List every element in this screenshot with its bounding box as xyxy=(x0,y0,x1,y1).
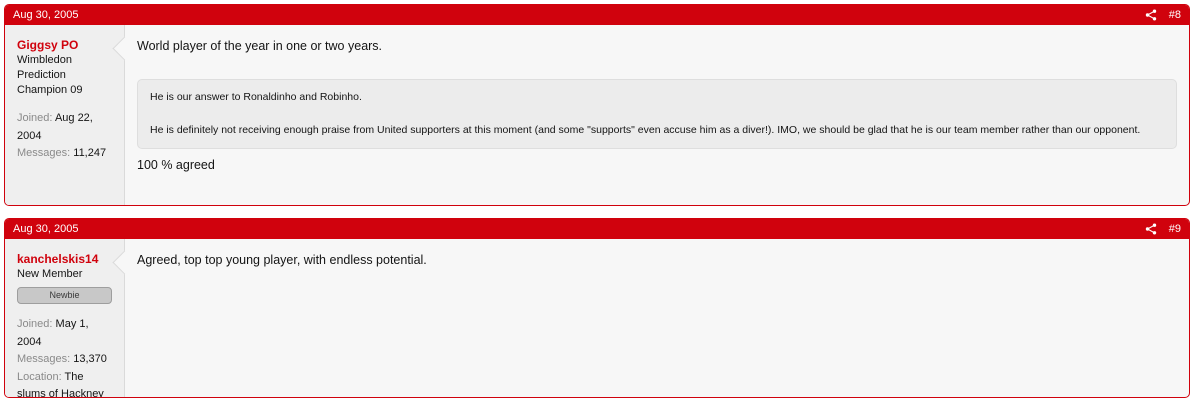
message-text: Agreed, top top young player, with endle… xyxy=(137,253,427,267)
post: Aug 30, 2005 #9 kanchelskis14 New Member… xyxy=(4,218,1190,398)
username-link[interactable]: Giggsy PO xyxy=(17,38,113,53)
user-title-line: Wimbledon xyxy=(17,54,73,66)
post-date[interactable]: Aug 30, 2005 xyxy=(13,219,1145,239)
post-header: Aug 30, 2005 #8 xyxy=(5,5,1189,25)
messages-row: Messages: 13,370 xyxy=(17,351,113,369)
location-label: Location: xyxy=(17,370,62,383)
messages-value: 13,370 xyxy=(73,353,107,365)
joined-label: Joined: xyxy=(17,318,53,330)
joined-label: Joined: xyxy=(17,112,53,124)
username-link[interactable]: kanchelskis14 xyxy=(17,252,113,267)
user-title-line: Champion 09 xyxy=(17,84,83,96)
message-content: Agreed, top top young player, with endle… xyxy=(125,239,1189,397)
quote-paragraph: He is our answer to Ronaldinho and Robin… xyxy=(150,91,362,103)
share-icon[interactable] xyxy=(1145,223,1157,235)
user-banner: Newbie xyxy=(17,287,112,304)
messages-label: Messages: xyxy=(17,147,71,159)
messages-value: 11,247 xyxy=(73,147,107,159)
user-extras: Joined: Aug 22, 2004 Messages: 11,247 xyxy=(17,110,113,163)
joined-row: Joined: Aug 22, 2004 xyxy=(17,110,113,145)
user-cell: kanchelskis14 New Member Newbie Joined: … xyxy=(5,239,125,397)
location-row: Location: The slums of Hackney xyxy=(17,369,113,398)
post-date[interactable]: Aug 30, 2005 xyxy=(13,5,1145,25)
post: Aug 30, 2005 #8 Giggsy PO Wimbledon Pred… xyxy=(4,4,1190,206)
messages-row: Messages: 11,247 xyxy=(17,145,113,163)
quote-paragraph: He is definitely not receiving enough pr… xyxy=(150,124,1141,136)
message-text: World player of the year in one or two y… xyxy=(137,39,383,53)
user-title-line: Prediction xyxy=(17,69,66,81)
user-title: New Member xyxy=(17,268,83,280)
share-icon[interactable] xyxy=(1145,9,1157,21)
messages-label: Messages: xyxy=(17,353,71,365)
user-cell: Giggsy PO Wimbledon Prediction Champion … xyxy=(5,25,125,205)
joined-row: Joined: May 1, 2004 xyxy=(17,316,113,351)
post-number-link[interactable]: #9 xyxy=(1169,219,1181,239)
post-header: Aug 30, 2005 #9 xyxy=(5,219,1189,239)
user-title: Wimbledon Prediction Champion 09 xyxy=(17,53,113,98)
quote-block: He is our answer to Ronaldinho and Robin… xyxy=(137,79,1177,149)
message-reply-text: 100 % agreed xyxy=(137,158,215,172)
user-extras: Joined: May 1, 2004 Messages: 13,370 Loc… xyxy=(17,316,113,398)
post-number-link[interactable]: #8 xyxy=(1169,5,1181,25)
message-content: World player of the year in one or two y… xyxy=(125,25,1189,205)
